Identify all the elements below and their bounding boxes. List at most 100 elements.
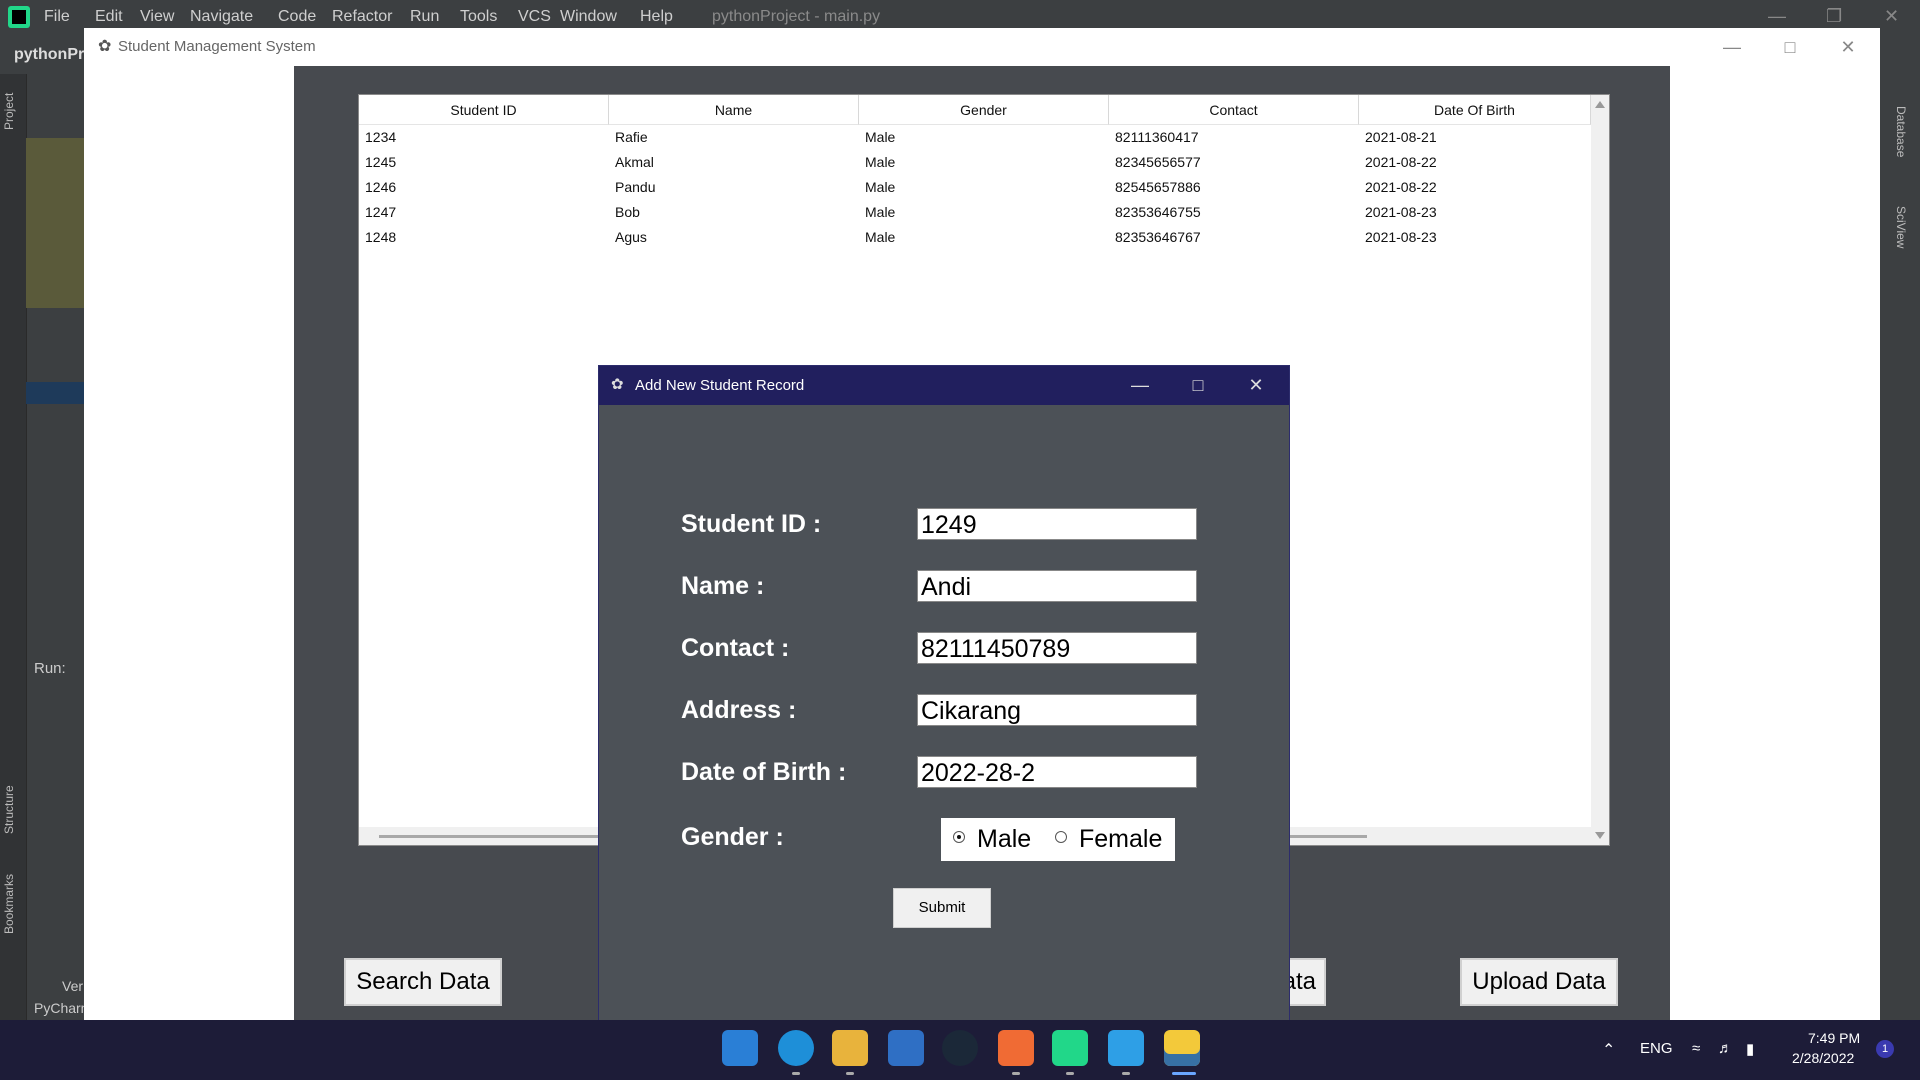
- name-label: Name :: [681, 572, 765, 600]
- pycharm-icon[interactable]: [1052, 1030, 1088, 1066]
- gender-male-label[interactable]: Male: [977, 825, 1031, 854]
- running-indicator: [792, 1072, 800, 1075]
- column-header-gender[interactable]: Gender: [859, 95, 1109, 125]
- dialog-title: Add New Student Record: [635, 377, 805, 394]
- gender-label: Gender :: [681, 823, 784, 851]
- menu-vcs[interactable]: VCS: [518, 8, 551, 26]
- running-indicator: [1012, 1072, 1020, 1075]
- edge-icon[interactable]: [778, 1030, 814, 1066]
- maximize-icon[interactable]: □: [1767, 32, 1813, 62]
- menu-tools[interactable]: Tools: [460, 8, 497, 26]
- menu-refactor[interactable]: Refactor: [332, 8, 392, 26]
- ide-window-title: pythonProject - main.py: [712, 8, 881, 25]
- vscode-icon[interactable]: [1108, 1030, 1144, 1066]
- ide-bottom-bar: Ver PyCharm: [0, 978, 92, 1020]
- scroll-down-icon[interactable]: [1595, 832, 1605, 839]
- structure-tool-tab[interactable]: Structure: [2, 785, 16, 834]
- steam-icon[interactable]: [942, 1030, 978, 1066]
- dob-field[interactable]: 2022-28-2: [917, 756, 1197, 788]
- pycharm-logo-icon: [8, 6, 30, 28]
- table-row[interactable]: 1247 Bob Male 82353646755 2021-08-23: [359, 200, 1591, 225]
- cell-gender: Male: [865, 179, 896, 195]
- volume-icon[interactable]: ♬: [1718, 1040, 1733, 1057]
- cell-name: Bob: [615, 204, 640, 220]
- student-id-label: Student ID :: [681, 510, 822, 538]
- address-field[interactable]: Cikarang: [917, 694, 1197, 726]
- python-icon[interactable]: [1164, 1030, 1200, 1066]
- main-titlebar: ✿ Student Management System — □ ✕: [84, 28, 1880, 66]
- notification-badge[interactable]: 1: [1876, 1040, 1894, 1058]
- menu-help[interactable]: Help: [640, 8, 673, 26]
- cell-name: Pandu: [615, 179, 656, 195]
- search-data-button[interactable]: Search Data: [344, 958, 502, 1006]
- menu-window[interactable]: Window: [560, 8, 617, 26]
- table-row[interactable]: 1246 Pandu Male 82545657886 2021-08-22: [359, 175, 1591, 200]
- cell-gender: Male: [865, 154, 896, 170]
- column-header-dob[interactable]: Date Of Birth: [1359, 95, 1591, 125]
- clock-date[interactable]: 2/28/2022: [1792, 1050, 1854, 1066]
- menu-navigate[interactable]: Navigate: [190, 8, 253, 26]
- project-tool-tab[interactable]: Project: [2, 93, 16, 130]
- menu-code[interactable]: Code: [278, 8, 316, 26]
- wifi-icon[interactable]: ≈: [1692, 1040, 1700, 1057]
- student-id-field[interactable]: 1249: [917, 508, 1197, 540]
- clock-time[interactable]: 7:49 PM: [1808, 1030, 1860, 1046]
- vertical-scrollbar[interactable]: [1591, 95, 1609, 845]
- menu-run[interactable]: Run: [410, 8, 439, 26]
- table-row[interactable]: 1248 Agus Male 82353646767 2021-08-23: [359, 225, 1591, 250]
- battery-icon[interactable]: ▮: [1746, 1040, 1754, 1058]
- running-indicator: [846, 1072, 854, 1075]
- scroll-up-icon[interactable]: [1595, 101, 1605, 108]
- name-field[interactable]: Andi: [917, 570, 1197, 602]
- close-icon[interactable]: ✕: [1825, 32, 1871, 62]
- dialog-close-icon[interactable]: ✕: [1233, 370, 1279, 400]
- gender-female-radio[interactable]: [1055, 831, 1067, 843]
- windows-start-icon[interactable]: [722, 1030, 758, 1066]
- cell-student-id: 1245: [365, 154, 397, 170]
- ide-left-toolstrip: Project Structure Bookmarks: [0, 74, 27, 1020]
- dialog-titlebar: ✿ Add New Student Record — □ ✕: [599, 366, 1289, 405]
- cell-contact: 82345656577: [1115, 154, 1201, 170]
- cell-dob: 2021-08-22: [1365, 179, 1437, 195]
- table-row[interactable]: 1234 Rafie Male 82111360417 2021-08-21: [359, 125, 1591, 150]
- column-header-contact[interactable]: Contact: [1109, 95, 1359, 125]
- ide-close-icon[interactable]: ✕: [1884, 6, 1899, 27]
- cell-contact: 82353646767: [1115, 229, 1201, 245]
- project-name: pythonPr: [14, 46, 85, 63]
- gender-male-radio[interactable]: [953, 831, 965, 843]
- xampp-icon[interactable]: [998, 1030, 1034, 1066]
- dialog-minimize-icon[interactable]: —: [1117, 370, 1163, 400]
- upload-data-button[interactable]: Upload Data: [1460, 958, 1618, 1006]
- contact-field[interactable]: 82111450789: [917, 632, 1197, 664]
- table-header: Student ID Name Gender Contact Date Of B…: [359, 95, 1591, 125]
- mail-icon[interactable]: [888, 1030, 924, 1066]
- dialog-maximize-icon[interactable]: □: [1175, 370, 1221, 400]
- language-indicator[interactable]: ENG: [1640, 1040, 1673, 1057]
- gender-radio-group: Male Female: [941, 818, 1175, 861]
- ide-restore-icon[interactable]: ❐: [1826, 6, 1842, 27]
- submit-button[interactable]: Submit: [893, 888, 991, 928]
- show-hidden-icons-icon[interactable]: ⌃: [1602, 1040, 1615, 1060]
- menu-file[interactable]: File: [44, 8, 70, 26]
- version-control-tab[interactable]: Ver: [62, 978, 83, 994]
- menu-view[interactable]: View: [140, 8, 174, 26]
- cell-dob: 2021-08-21: [1365, 129, 1437, 145]
- ide-minimize-icon[interactable]: —: [1768, 6, 1786, 27]
- minimize-icon[interactable]: —: [1709, 32, 1755, 62]
- add-student-dialog: ✿ Add New Student Record — □ ✕ Student I…: [598, 365, 1290, 1031]
- bookmarks-tool-tab[interactable]: Bookmarks: [2, 874, 16, 934]
- cell-name: Akmal: [615, 154, 654, 170]
- feather-icon: ✿: [98, 38, 112, 55]
- ide-project-tree: [26, 138, 84, 308]
- taskbar: ⌃ ENG ≈ ♬ ▮ 7:49 PM 2/28/2022 1: [0, 1020, 1920, 1080]
- sciview-tool-tab[interactable]: SciView: [1894, 206, 1908, 248]
- menu-edit[interactable]: Edit: [95, 8, 123, 26]
- database-tool-tab[interactable]: Database: [1894, 106, 1908, 157]
- column-header-name[interactable]: Name: [609, 95, 859, 125]
- table-row[interactable]: 1245 Akmal Male 82345656577 2021-08-22: [359, 150, 1591, 175]
- column-header-student-id[interactable]: Student ID: [359, 95, 609, 125]
- ide-selected-row: [26, 382, 84, 404]
- run-label: Run:: [34, 660, 66, 677]
- gender-female-label[interactable]: Female: [1079, 825, 1162, 854]
- file-explorer-icon[interactable]: [832, 1030, 868, 1066]
